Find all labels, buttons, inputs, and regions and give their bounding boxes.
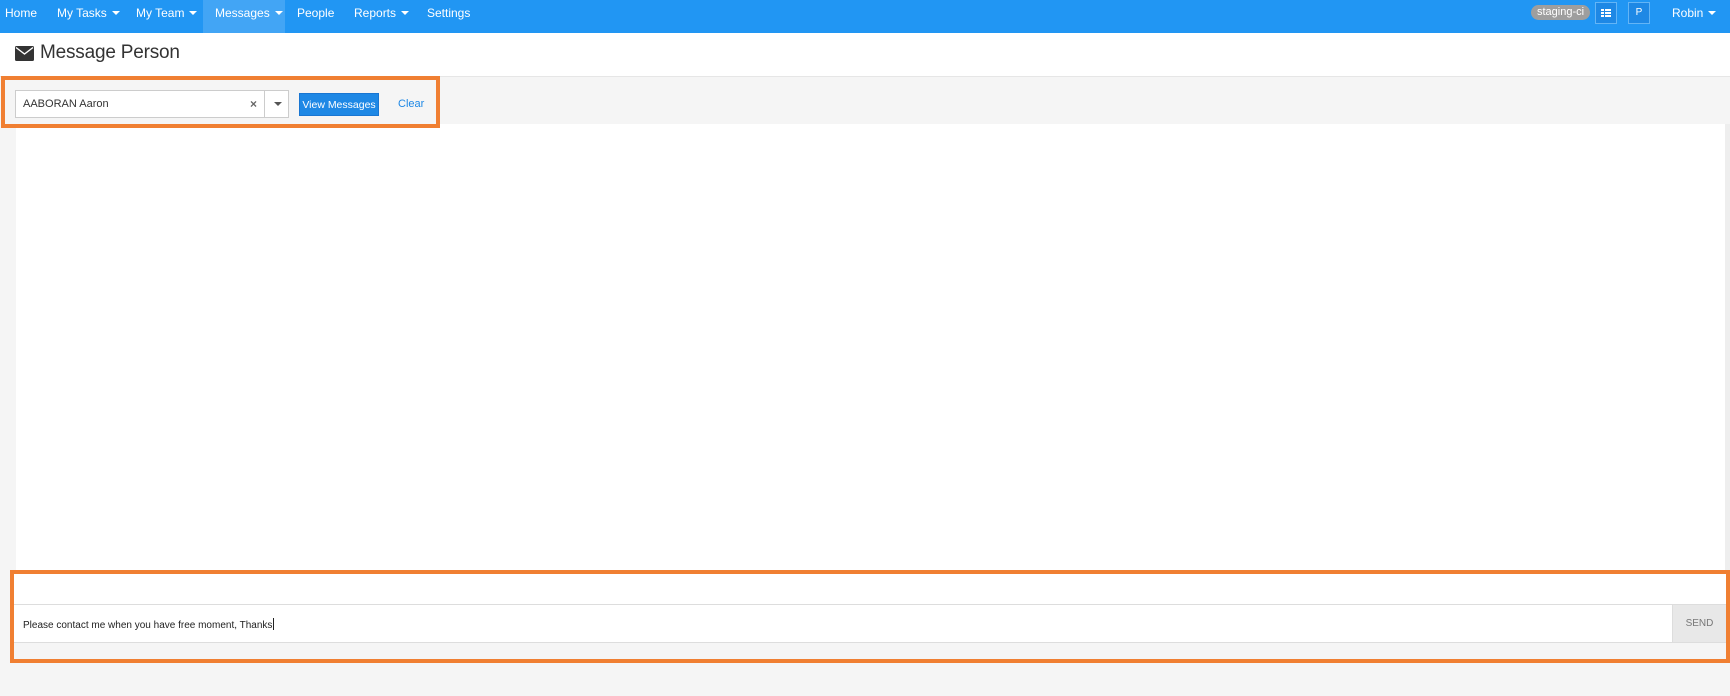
grid-icon: [1601, 9, 1611, 17]
apps-grid-button[interactable]: [1595, 2, 1617, 24]
caret-down-icon: [1708, 10, 1717, 15]
environment-badge: staging-ci: [1531, 5, 1591, 20]
top-navbar: Home My Tasks My Team Messages People Re…: [0, 0, 1730, 33]
nav-people[interactable]: People: [297, 0, 334, 33]
nav-messages[interactable]: Messages: [203, 0, 285, 33]
nav-reports[interactable]: Reports: [354, 0, 410, 33]
caret-down-icon: [189, 10, 198, 15]
nav-reports-label: Reports: [354, 6, 397, 20]
message-thread-panel: [16, 124, 1727, 574]
envelope-icon: [15, 46, 34, 66]
profile-button[interactable]: P: [1628, 2, 1650, 24]
caret-down-icon: [111, 10, 120, 15]
page-header: Message Person: [0, 33, 1730, 77]
scrollbar[interactable]: [1725, 124, 1730, 574]
nav-my-team[interactable]: My Team: [136, 0, 198, 33]
user-name: Robin: [1672, 6, 1704, 20]
page-title: Message Person: [40, 42, 180, 63]
caret-down-icon: [401, 10, 410, 15]
highlight-box-selector: [1, 76, 440, 128]
nav-messages-label: Messages: [215, 6, 270, 20]
nav-my-tasks-label: My Tasks: [57, 6, 107, 20]
nav-my-tasks[interactable]: My Tasks: [57, 0, 120, 33]
nav-my-team-label: My Team: [136, 6, 185, 20]
nav-home[interactable]: Home: [5, 0, 37, 33]
user-menu[interactable]: Robin: [1672, 0, 1717, 27]
nav-settings[interactable]: Settings: [427, 0, 470, 33]
caret-down-icon: [274, 10, 283, 15]
highlight-box-composer: [10, 570, 1730, 663]
